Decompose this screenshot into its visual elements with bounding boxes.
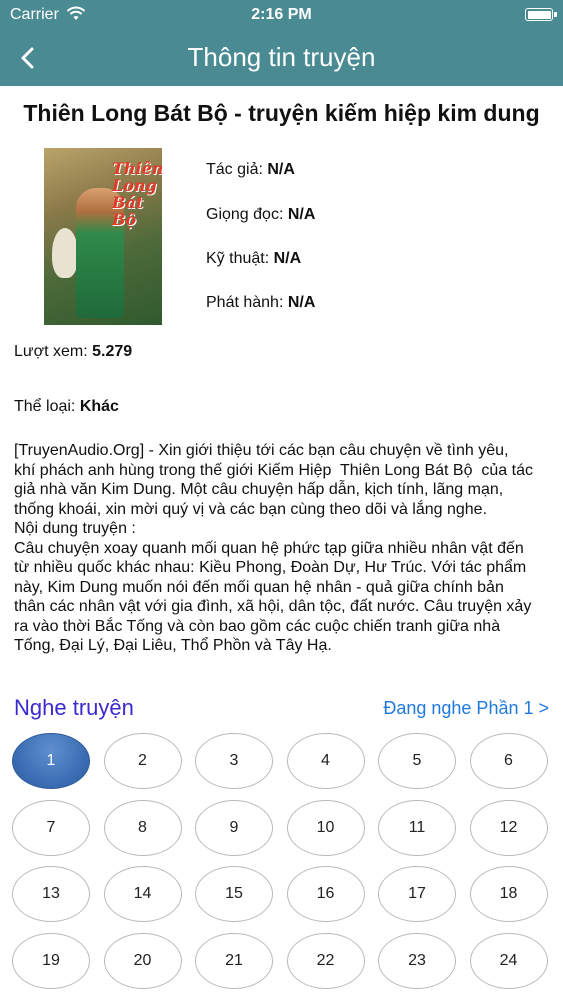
genre-label: Thể loại: xyxy=(14,398,76,415)
episode-button-21[interactable]: 21 xyxy=(195,932,273,989)
episode-button-10[interactable]: 10 xyxy=(286,799,365,856)
navigation-bar: Thông tin truyện xyxy=(0,30,563,86)
views-value: 5.279 xyxy=(92,343,133,360)
episode-button-1[interactable]: 1 xyxy=(12,733,90,789)
episode-button-18[interactable]: 18 xyxy=(469,866,548,922)
author-label: Tác giả: xyxy=(206,161,263,178)
genre-row: Thể loại: Khác xyxy=(14,398,119,416)
publisher-label: Phát hành: xyxy=(206,294,284,311)
genre-value: Khác xyxy=(79,398,119,415)
book-title: Thiên Long Bát Bộ - truyện kiếm hiệp kim… xyxy=(23,100,540,126)
episode-button-12[interactable]: 12 xyxy=(469,799,548,856)
episode-grid: 1 2 3 4 5 6 7 8 9 10 11 12 13 14 15 16 17 18 19 20 21 22 23 24 xyxy=(12,733,552,1000)
episode-button-16[interactable]: 16 xyxy=(286,866,365,922)
episode-button-22[interactable]: 22 xyxy=(286,932,365,989)
episode-button-11[interactable]: 11 xyxy=(378,799,456,856)
battery-icon xyxy=(525,8,557,21)
technique-value: N/A xyxy=(273,250,302,267)
episode-button-7[interactable]: 7 xyxy=(12,799,90,856)
episode-button-2[interactable]: 2 xyxy=(103,733,182,789)
narrator-row: Giọng đọc: N/A xyxy=(206,206,315,224)
episode-button-15[interactable]: 15 xyxy=(195,866,273,922)
cover-crane-shape xyxy=(52,228,78,278)
episode-button-14[interactable]: 14 xyxy=(103,866,182,922)
narrator-label: Giọng đọc: xyxy=(206,206,284,223)
book-cover-image: Thiên Long Bát Bộ xyxy=(44,148,162,325)
status-bar: Carrier 2:16 PM xyxy=(0,0,563,30)
episode-button-5[interactable]: 5 xyxy=(378,733,456,789)
episode-button-13[interactable]: 13 xyxy=(12,866,90,922)
episode-button-24[interactable]: 24 xyxy=(469,932,548,989)
views-row: Lượt xem: 5.279 xyxy=(14,343,132,361)
episode-button-4[interactable]: 4 xyxy=(286,733,365,789)
clock: 2:16 PM xyxy=(251,6,312,23)
episode-button-17[interactable]: 17 xyxy=(378,866,456,922)
episode-button-3[interactable]: 3 xyxy=(195,733,273,789)
cover-title-text: Thiên Long Bát Bộ xyxy=(112,159,162,229)
episode-button-8[interactable]: 8 xyxy=(103,799,182,856)
current-episode-link[interactable]: Đang nghe Phần 1 > xyxy=(383,698,549,719)
publisher-value: N/A xyxy=(287,294,316,311)
episode-button-6[interactable]: 6 xyxy=(469,733,548,789)
technique-row: Kỹ thuật: N/A xyxy=(206,250,301,268)
episode-button-19[interactable]: 19 xyxy=(12,932,90,989)
publisher-row: Phát hành: N/A xyxy=(206,294,315,312)
page-title: Thông tin truyện xyxy=(187,42,376,72)
episode-button-20[interactable]: 20 xyxy=(103,932,182,989)
episode-button-9[interactable]: 9 xyxy=(195,799,273,856)
author-value: N/A xyxy=(267,161,295,178)
book-description: [TruyenAudio.Org] - Xin giới thiệu tới c… xyxy=(14,442,533,654)
author-row: Tác giả: N/A xyxy=(206,161,295,179)
episode-button-23[interactable]: 23 xyxy=(378,932,456,989)
views-label: Lượt xem: xyxy=(14,343,88,360)
narrator-value: N/A xyxy=(287,206,316,223)
listen-heading: Nghe truyện xyxy=(14,695,134,720)
technique-label: Kỹ thuật: xyxy=(206,250,270,267)
